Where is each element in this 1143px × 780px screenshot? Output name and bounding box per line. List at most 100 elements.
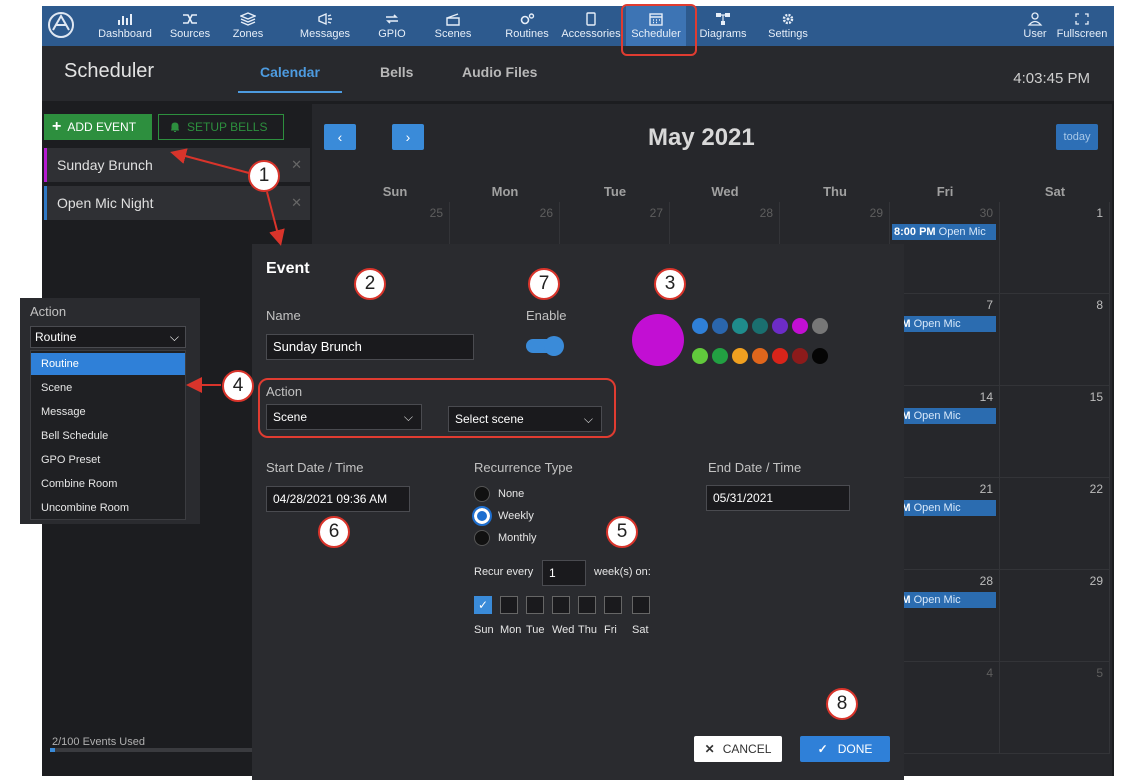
nav-gpio[interactable]: GPIO xyxy=(372,6,412,46)
page-title: Scheduler xyxy=(64,60,155,82)
sidebar-event-label: Sunday Brunch xyxy=(57,157,153,173)
nav-messages[interactable]: Messages xyxy=(296,6,354,46)
nav-fullscreen-label: Fullscreen xyxy=(1056,28,1108,40)
modal-title: Event xyxy=(266,260,310,277)
close-icon[interactable]: ✕ xyxy=(291,195,302,211)
calendar-event-label: Open Mic xyxy=(913,410,961,422)
weekday-checkbox[interactable] xyxy=(526,596,544,614)
nav-dashboard[interactable]: Dashboard xyxy=(96,6,154,46)
nav-gpio-label: GPIO xyxy=(378,28,406,40)
sidebar-event-label: Open Mic Night xyxy=(57,195,154,211)
callout-1: 1 xyxy=(248,160,280,192)
color-swatch[interactable] xyxy=(712,348,728,364)
nav-accessories[interactable]: Accessories xyxy=(560,6,622,46)
calendar-day-cell[interactable]: 5 xyxy=(1000,662,1110,754)
recur-every-input[interactable]: 1 xyxy=(542,560,586,586)
today-button[interactable]: today xyxy=(1056,124,1098,150)
calendar-day-cell[interactable]: 28 PM Open Mic xyxy=(890,570,1000,662)
tab-bells[interactable]: Bells xyxy=(380,64,413,80)
nav-routines[interactable]: Routines xyxy=(502,6,552,46)
popout-option[interactable]: Scene xyxy=(31,377,185,399)
color-swatch[interactable] xyxy=(792,348,808,364)
recurrence-monthly-radio[interactable] xyxy=(474,530,490,546)
calendar-day-cell[interactable]: 15 xyxy=(1000,386,1110,478)
nav-scenes[interactable]: Scenes xyxy=(432,6,474,46)
calendar-event-open-mic[interactable]: PM Open Mic xyxy=(892,500,996,516)
enable-toggle[interactable] xyxy=(526,336,564,356)
popout-option[interactable]: Combine Room xyxy=(31,473,185,495)
color-swatch[interactable] xyxy=(692,318,708,334)
calendar-day-cell[interactable]: 21 PM Open Mic xyxy=(890,478,1000,570)
calendar-day-cell[interactable]: 22 xyxy=(1000,478,1110,570)
chevron-left-icon: ‹ xyxy=(337,129,343,145)
prev-month-button[interactable]: ‹ xyxy=(324,124,356,150)
calendar-event-open-mic[interactable]: 8:00 PM Open Mic xyxy=(892,224,996,240)
recurrence-none-radio[interactable] xyxy=(474,486,490,502)
color-swatch[interactable] xyxy=(692,348,708,364)
color-swatch[interactable] xyxy=(732,318,748,334)
nav-zones[interactable]: Zones xyxy=(228,6,268,46)
color-swatch[interactable] xyxy=(812,348,828,364)
popout-option[interactable]: Message xyxy=(31,401,185,423)
setup-bells-button[interactable]: SETUP BELLS xyxy=(158,114,284,140)
tab-calendar[interactable]: Calendar xyxy=(260,64,320,80)
name-input[interactable]: Sunday Brunch xyxy=(266,334,474,360)
calendar-day-cell[interactable]: 4 xyxy=(890,662,1000,754)
calendar-day-cell[interactable]: 1 xyxy=(1000,202,1110,294)
recurrence-monthly-label: Monthly xyxy=(498,532,537,544)
color-swatch[interactable] xyxy=(752,318,768,334)
calendar-event-open-mic[interactable]: PM Open Mic xyxy=(892,316,996,332)
calendar-event-open-mic[interactable]: PM Open Mic xyxy=(892,408,996,424)
calendar-day-cell[interactable]: 7 PM Open Mic xyxy=(890,294,1000,386)
color-swatch[interactable] xyxy=(732,348,748,364)
popout-option[interactable]: Bell Schedule xyxy=(31,425,185,447)
month-title: May 2021 xyxy=(648,124,755,151)
weekday-checkbox[interactable] xyxy=(552,596,570,614)
weekday-checkbox[interactable] xyxy=(632,596,650,614)
check-icon: ✓ xyxy=(817,742,828,756)
popout-option[interactable]: Routine xyxy=(31,353,185,375)
nav-user[interactable]: User xyxy=(1018,6,1052,46)
action-dropdown-popout: Action Routine ⌵ Routine Scene Message Bell… xyxy=(20,298,200,524)
user-icon xyxy=(1027,12,1043,26)
tab-audio-files[interactable]: Audio Files xyxy=(462,64,537,80)
nav-diagrams[interactable]: Diagrams xyxy=(698,6,748,46)
calendar-day-cell[interactable]: 29 xyxy=(1000,570,1110,662)
popout-option[interactable]: GPO Preset xyxy=(31,449,185,471)
popout-action-select[interactable]: Routine ⌵ xyxy=(30,326,186,348)
done-button[interactable]: ✓ DONE xyxy=(800,736,890,762)
calendar-day-cell[interactable]: 30 8:00 PM Open Mic xyxy=(890,202,1000,294)
bell-icon xyxy=(171,122,179,132)
next-month-button[interactable]: › xyxy=(392,124,424,150)
weekday-checkbox[interactable] xyxy=(604,596,622,614)
color-swatch[interactable] xyxy=(712,318,728,334)
nav-messages-label: Messages xyxy=(299,28,351,40)
sidebar-event-open-mic-night[interactable]: Open Mic Night ✕ xyxy=(44,186,310,220)
add-event-button[interactable]: + ADD EVENT xyxy=(44,114,152,140)
weekday-checkbox[interactable]: ✓ xyxy=(474,596,492,614)
weekday-checkbox[interactable] xyxy=(500,596,518,614)
weekday-checkbox[interactable] xyxy=(578,596,596,614)
calendar-event-open-mic[interactable]: PM Open Mic xyxy=(892,592,996,608)
color-swatch[interactable] xyxy=(792,318,808,334)
gear-icon xyxy=(782,13,794,25)
end-date-input[interactable]: 05/31/2021 xyxy=(706,485,850,511)
nav-fullscreen[interactable]: Fullscreen xyxy=(1054,6,1110,46)
start-date-input[interactable]: 04/28/2021 09:36 AM xyxy=(266,486,410,512)
popout-option[interactable]: Uncombine Room xyxy=(31,497,185,519)
routines-icon xyxy=(520,13,535,25)
color-swatch[interactable] xyxy=(812,318,828,334)
calendar-day-cell[interactable]: 14 PM Open Mic xyxy=(890,386,1000,478)
recurrence-weekly-radio[interactable] xyxy=(472,506,492,526)
cancel-button[interactable]: ✕ CANCEL xyxy=(694,736,782,762)
nav-settings[interactable]: Settings xyxy=(766,6,810,46)
color-swatch[interactable] xyxy=(752,348,768,364)
enable-label: Enable xyxy=(526,308,567,323)
selected-color-swatch xyxy=(632,314,684,366)
done-label: DONE xyxy=(837,742,873,756)
calendar-day-cell[interactable]: 8 xyxy=(1000,294,1110,386)
color-swatch[interactable] xyxy=(772,318,788,334)
color-swatch[interactable] xyxy=(772,348,788,364)
nav-sources[interactable]: Sources xyxy=(166,6,214,46)
close-icon[interactable]: ✕ xyxy=(291,157,302,173)
